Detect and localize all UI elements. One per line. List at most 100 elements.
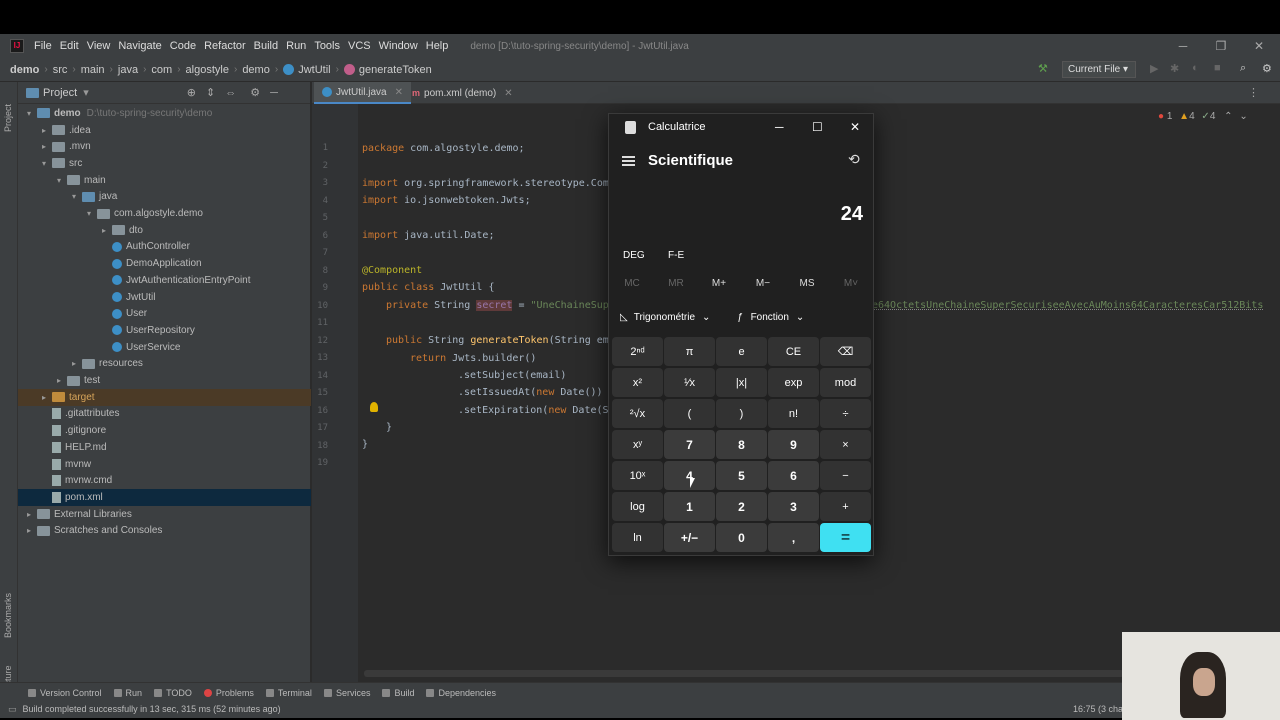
trigonometry-dropdown[interactable]: ◺ Trigonométrie ⌄ [620,312,710,323]
tab-jwtutil[interactable]: JwtUtil.java ✕ [314,82,411,104]
version-control-tool[interactable]: Version Control [28,688,102,698]
menu-navigate[interactable]: Navigate [118,40,161,52]
chevron-down-icon[interactable]: ⌄ [1239,111,1247,122]
breadcrumb-method[interactable]: generateToken [343,64,432,76]
horizontal-scrollbar[interactable] [364,670,1124,677]
menu-edit[interactable]: Edit [60,40,79,52]
chevron-down-icon[interactable]: ▾ [69,192,79,201]
code-line-3[interactable]: import org.springframework.stereotype.Co… [362,178,609,189]
tree-item[interactable]: ▸ dto [18,222,311,239]
fe-button[interactable]: F-E [668,250,684,261]
memory-subtract-button[interactable]: M− [743,278,783,289]
tree-item[interactable]: pom.xml [18,489,311,506]
breadcrumb-class[interactable]: JwtUtil [283,64,331,76]
memory-add-button[interactable]: M+ [699,278,739,289]
calc-key[interactable]: ln [612,523,663,552]
breadcrumb-com[interactable]: com [151,64,172,76]
menu-build[interactable]: Build [254,40,278,52]
calc-key[interactable]: log [612,492,663,521]
tree-item[interactable]: ▸ test [18,372,311,389]
menu-tools[interactable]: Tools [314,40,340,52]
chevron-right-icon[interactable]: ▸ [39,142,49,151]
tree-item[interactable]: ▾ main [18,172,311,189]
tree-item[interactable]: UserRepository [18,322,311,339]
calc-key[interactable]: − [820,461,871,490]
chevron-right-icon[interactable]: ▸ [69,359,79,368]
tree-item[interactable]: ▸ Scratches and Consoles [18,523,311,540]
breadcrumb-algostyle[interactable]: algostyle [186,64,229,76]
tree-item[interactable]: ▸ resources [18,356,311,373]
tree-item[interactable]: ▸ .mvn [18,138,311,155]
tree-item[interactable]: User [18,305,311,322]
menu-run[interactable]: Run [286,40,306,52]
tree-item[interactable]: ▾ java [18,189,311,206]
chevron-right-icon[interactable]: ▸ [24,510,34,519]
calc-key[interactable]: π [664,337,715,366]
menu-refactor[interactable]: Refactor [204,40,246,52]
lightbulb-icon[interactable] [370,402,378,412]
calc-key[interactable]: 3 [768,492,819,521]
code-line-17[interactable]: } [386,422,392,433]
build-hammer-icon[interactable]: ⚒ [1038,62,1048,75]
code-line-16[interactable]: .setExpiration(new Date(S [458,405,609,416]
calc-key[interactable]: , [768,523,819,552]
chevron-right-icon[interactable]: ▸ [99,226,109,235]
chevron-up-icon[interactable]: ⌃ [1224,111,1232,122]
close-icon[interactable]: ✕ [1240,34,1278,58]
terminal-tool[interactable]: Terminal [265,688,312,698]
tree-item[interactable]: .gitignore [18,422,311,439]
chevron-down-icon[interactable]: ▾ [83,86,89,99]
code-line-4[interactable]: import io.jsonwebtoken.Jwts; [362,195,531,206]
project-panel-title[interactable]: Project [43,87,77,99]
calc-key[interactable]: +/− [664,523,715,552]
breadcrumb-demo-pkg[interactable]: demo [242,64,270,76]
calc-key[interactable]: 2 [716,492,767,521]
function-dropdown[interactable]: ƒ Fonction ⌄ [737,312,804,323]
tree-item[interactable]: mvnw.cmd [18,472,311,489]
calc-key[interactable]: 1 [664,492,715,521]
tree-item[interactable]: mvnw [18,456,311,473]
calc-key[interactable]: 7 [664,430,715,459]
chevron-down-icon[interactable]: ▾ [24,109,34,118]
code-line-15[interactable]: .setIssuedAt(new Date()) [458,387,603,398]
tree-item[interactable]: ▸ External Libraries [18,506,311,523]
status-bar-icon[interactable]: ▭ [8,704,17,715]
breadcrumb-java[interactable]: java [118,64,138,76]
tree-item[interactable]: ▸ .idea [18,122,311,139]
debug-icon[interactable]: ✱ [1170,62,1179,75]
dependencies-tool[interactable]: Dependencies [426,688,496,698]
build-tool[interactable]: Build [382,688,414,698]
calc-key[interactable]: ( [664,399,715,428]
calc-key[interactable]: mod [820,368,871,397]
code-line-10[interactable]: private String secret = "UneChaineSup [386,300,609,311]
tree-item[interactable]: ▾ src [18,155,311,172]
run-config-select[interactable]: Current File ▾ [1062,61,1136,78]
collapse-all-icon[interactable]: ⇔ [225,87,236,99]
chevron-right-icon[interactable]: ▸ [39,393,49,402]
close-icon[interactable]: ✕ [850,120,860,134]
calc-key[interactable]: 6 [768,461,819,490]
memory-list-button[interactable]: M˅ [831,278,871,289]
close-tab-icon[interactable]: ✕ [504,88,512,99]
minimize-icon[interactable]: ─ [775,120,784,134]
run-icon[interactable]: ▶ [1150,62,1158,75]
chevron-down-icon[interactable]: ▾ [54,176,64,185]
close-tab-icon[interactable]: ✕ [395,87,403,98]
code-line-10-tail[interactable]: e64OctetsUneChaineSuperSecuriseeAvecAuMo… [872,300,1263,311]
calc-key[interactable]: exp [768,368,819,397]
code-line-9[interactable]: public class JwtUtil { [362,282,494,293]
coverage-icon[interactable]: ◐ [1192,62,1199,74]
tree-item[interactable]: JwtUtil [18,289,311,306]
run-tool[interactable]: Run [113,688,142,698]
caret-position[interactable]: 16:75 (3 cha [1073,704,1123,714]
menu-window[interactable]: Window [379,40,418,52]
calc-key[interactable]: × [820,430,871,459]
tree-item[interactable]: ▾ com.algostyle.demo [18,205,311,222]
calc-key[interactable]: = [820,523,871,552]
tree-item[interactable]: JwtAuthenticationEntryPoint [18,272,311,289]
chevron-right-icon[interactable]: ▸ [24,526,34,535]
history-icon[interactable]: ⟲ [848,151,860,168]
calc-key[interactable]: x² [612,368,663,397]
tree-item[interactable]: DemoApplication [18,255,311,272]
hide-panel-icon[interactable]: ─ [270,87,278,99]
